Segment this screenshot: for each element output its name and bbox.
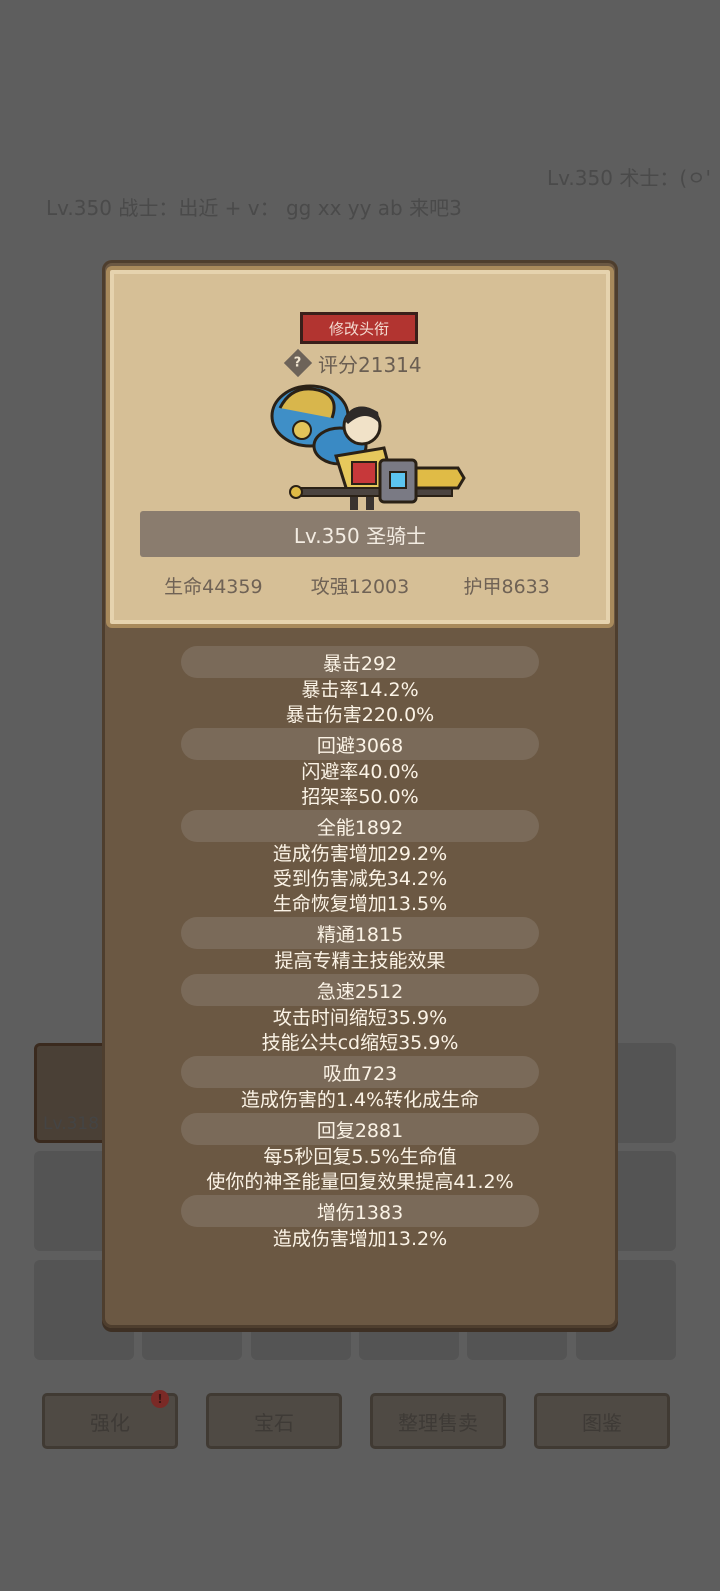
hp-stat: 生命44359 [164, 576, 263, 598]
stat-list: 暴击292 暴击率14.2% 暴击伤害220.0% 回避3068 闪避率40.0… [102, 646, 618, 1252]
stat-header: 回复2881 [181, 1113, 539, 1145]
alert-badge: ! [151, 1390, 169, 1408]
stat-line: 攻击时间缩短35.9% [272, 1007, 448, 1029]
help-icon[interactable]: ? [283, 348, 313, 378]
stat-line: 受到伤害减免34.2% [272, 868, 448, 890]
codex-label: 图鉴 [582, 1410, 622, 1435]
sort-sell-button[interactable]: 整理售卖 [370, 1393, 506, 1449]
chat-line-1: Lv.350 术士：(ㅇ' [547, 166, 712, 190]
stat-header: 回避3068 [181, 728, 539, 760]
gem-label: 宝石 [254, 1410, 294, 1435]
stat-line: 造成伤害的1.4%转化成生命 [240, 1089, 480, 1111]
stat-header: 急速2512 [181, 974, 539, 1006]
stat-line: 暴击伤害220.0% [285, 704, 435, 726]
stat-line: 闪避率40.0% [301, 761, 419, 783]
stat-header: 全能1892 [181, 810, 539, 842]
hero-name-bar: Lv.350 圣骑士 [140, 511, 580, 557]
stat-line: 造成伤害增加29.2% [272, 843, 448, 865]
enhance-label: 强化 [90, 1410, 130, 1435]
attack-stat: 攻强12003 [310, 576, 410, 598]
stat-line: 招架率50.0% [301, 786, 419, 808]
enhance-button[interactable]: 强化 ! [42, 1390, 178, 1449]
stat-line: 技能公共cd缩短35.9% [261, 1032, 459, 1054]
edit-title-button[interactable]: 修改头衔 [300, 312, 418, 344]
codex-button[interactable]: 图鉴 [534, 1393, 670, 1449]
stat-line: 每5秒回复5.5%生命值 [263, 1146, 457, 1168]
gem-button[interactable]: 宝石 [206, 1393, 342, 1449]
base-stats: 生命44359 攻强12003 护甲8633 [140, 572, 580, 602]
stat-line: 暴击率14.2% [301, 679, 419, 701]
stat-header: 精通1815 [181, 917, 539, 949]
stat-line: 使你的神圣能量回复效果提高41.2% [206, 1171, 514, 1193]
chat-line-2: Lv.350 战士：出近 + v： gg xx yy ab 来吧3 [46, 196, 462, 220]
stat-header: 吸血723 [181, 1056, 539, 1088]
score-row: ? 评分21314 [283, 348, 422, 378]
stat-line: 提高专精主技能效果 [274, 950, 446, 972]
stat-line: 造成伤害增加13.2% [272, 1228, 448, 1250]
score-value: 评分21314 [318, 352, 422, 377]
slot-level: Lv.318 [43, 1114, 100, 1134]
stat-header: 增伤1383 [181, 1195, 539, 1227]
armor-stat: 护甲8633 [463, 576, 550, 598]
stat-header: 暴击292 [181, 646, 539, 678]
hero-sprite [270, 384, 466, 510]
stat-line: 生命恢复增加13.5% [272, 893, 448, 915]
sort-sell-label: 整理售卖 [398, 1410, 478, 1435]
